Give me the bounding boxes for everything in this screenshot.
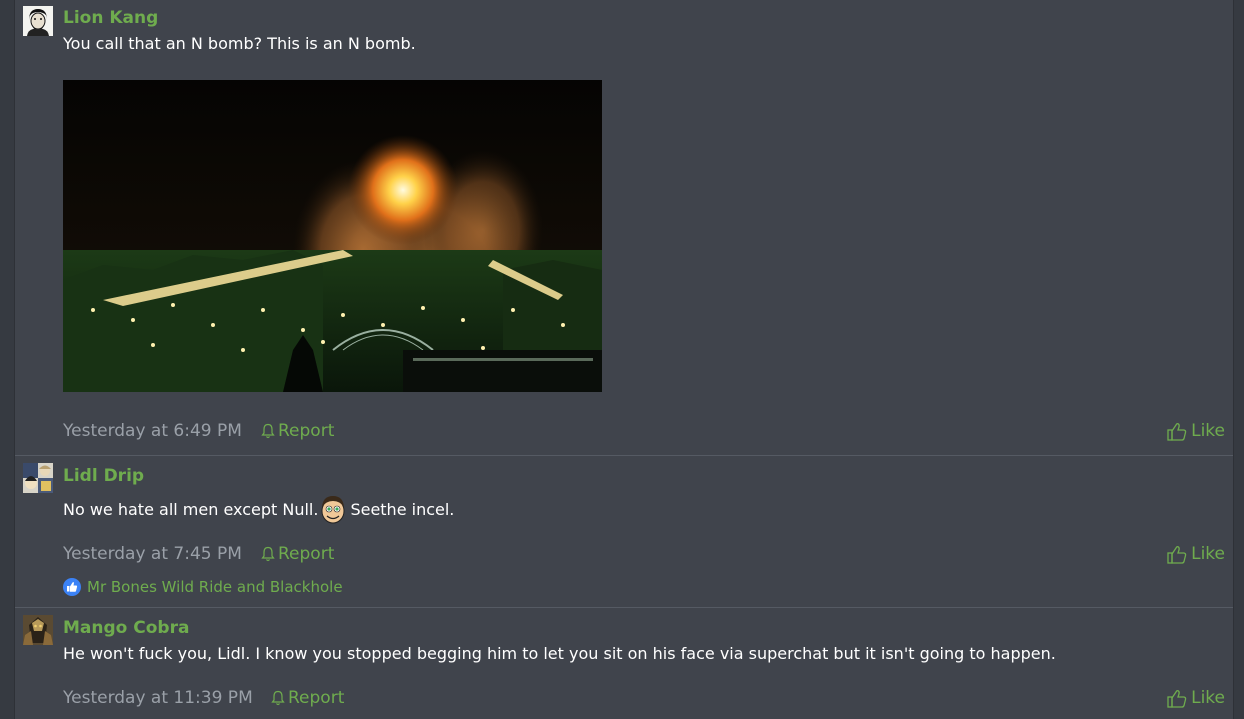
report-link[interactable]: Report	[261, 421, 334, 441]
null-face-smiley-icon	[321, 496, 345, 524]
report-link[interactable]: Report	[271, 688, 344, 708]
night-city-explosion-photo[interactable]	[63, 80, 602, 392]
post-mango-cobra: Mango Cobra He won't fuck you, Lidl. I k…	[15, 608, 1233, 719]
like-label: Like	[1191, 544, 1225, 564]
bell-icon	[261, 423, 275, 439]
avatar[interactable]	[23, 463, 53, 493]
thumbs-up-reaction-icon	[63, 578, 81, 596]
post-author[interactable]: Lion Kang	[63, 8, 158, 28]
report-label: Report	[278, 421, 335, 441]
report-label: Report	[278, 544, 335, 564]
report-label: Report	[288, 688, 345, 708]
post-body: You call that an N bomb? This is an N bo…	[63, 34, 416, 53]
reactions-bar[interactable]: Mr Bones Wild Ride and Blackhole	[63, 578, 343, 596]
bell-icon	[271, 690, 285, 706]
like-button[interactable]: Like	[1167, 421, 1225, 441]
post-timestamp[interactable]: Yesterday at 6:49 PM	[63, 421, 242, 441]
post-body: No we hate all men except Null. Seethe i…	[63, 494, 454, 524]
post-lidl-drip: Lidl Drip No we hate all men except Null…	[15, 456, 1233, 608]
post-author[interactable]: Lidl Drip	[63, 466, 144, 486]
post-body-part-2: Seethe incel.	[350, 499, 455, 519]
post-lion-kang: Lion Kang You call that an N bomb? This …	[15, 0, 1233, 456]
report-link[interactable]: Report	[261, 544, 334, 564]
reactions-text[interactable]: Mr Bones Wild Ride and Blackhole	[87, 578, 343, 596]
anime-collage-avatar-icon	[23, 463, 53, 493]
thumbs-up-icon	[1167, 545, 1187, 564]
thumbs-up-icon	[1167, 422, 1187, 441]
thumbs-up-icon	[1167, 689, 1187, 708]
like-label: Like	[1191, 421, 1225, 441]
post-timestamp[interactable]: Yesterday at 11:39 PM	[63, 688, 253, 708]
bearded-man-avatar-icon	[23, 6, 53, 36]
post-body-part-1: No we hate all men except Null.	[63, 499, 319, 519]
avatar[interactable]	[23, 615, 53, 645]
post-body: He won't fuck you, Lidl. I know you stop…	[63, 644, 1056, 663]
like-button[interactable]: Like	[1167, 544, 1225, 564]
thread-container: Lion Kang You call that an N bomb? This …	[14, 0, 1234, 719]
dark-figure-avatar-icon	[23, 615, 53, 645]
avatar[interactable]	[23, 6, 53, 36]
post-timestamp[interactable]: Yesterday at 7:45 PM	[63, 544, 242, 564]
like-label: Like	[1191, 688, 1225, 708]
post-author[interactable]: Mango Cobra	[63, 618, 189, 638]
like-button[interactable]: Like	[1167, 688, 1225, 708]
bell-icon	[261, 546, 275, 562]
